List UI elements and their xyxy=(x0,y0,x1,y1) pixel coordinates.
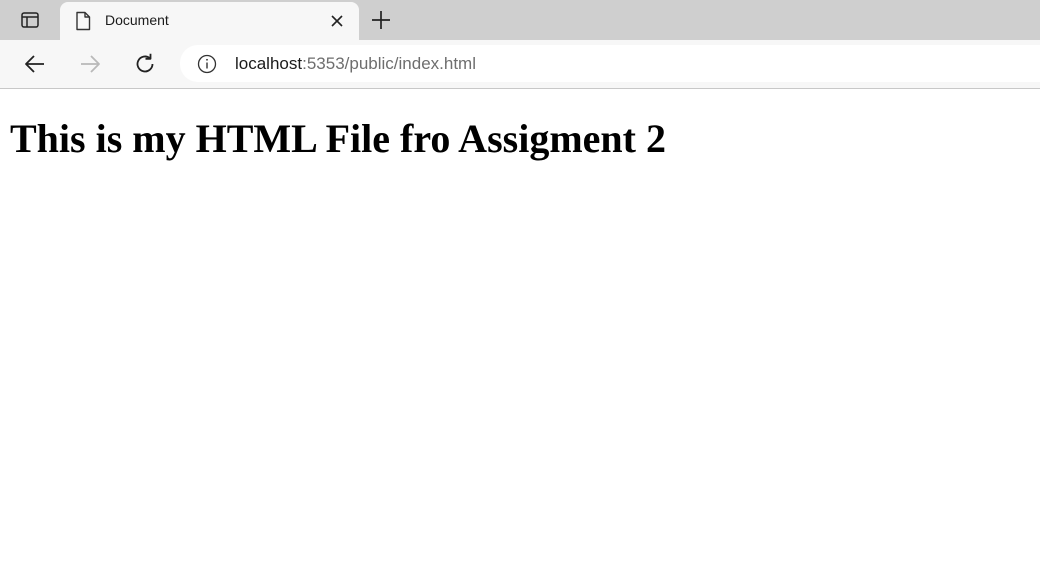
tab-actions-button[interactable] xyxy=(10,8,50,32)
forward-arrow-icon[interactable] xyxy=(78,52,102,76)
url-path: :5353/public/index.html xyxy=(302,54,476,73)
navigation-toolbar: localhost:5353/public/index.html xyxy=(0,40,1040,89)
new-tab-icon[interactable] xyxy=(370,9,392,31)
url-host: localhost xyxy=(235,54,303,73)
refresh-icon[interactable] xyxy=(133,52,157,76)
info-icon[interactable] xyxy=(197,54,217,74)
tab-actions-icon xyxy=(21,12,39,28)
back-arrow-icon[interactable] xyxy=(23,52,47,76)
document-icon xyxy=(76,11,91,31)
close-icon[interactable] xyxy=(328,12,346,30)
tab-document[interactable]: Document xyxy=(60,2,359,40)
tab-title: Document xyxy=(105,12,169,28)
page-heading: This is my HTML File fro Assigment 2 xyxy=(10,116,666,161)
url-text[interactable]: localhost:5353/public/index.html xyxy=(235,54,476,74)
browser-window: Document localhost:5353/public/index.htm… xyxy=(0,0,1040,586)
page-content: This is my HTML File fro Assigment 2 xyxy=(0,89,1040,586)
address-bar[interactable]: localhost:5353/public/index.html xyxy=(180,45,1040,82)
tab-strip: Document xyxy=(0,0,1040,40)
